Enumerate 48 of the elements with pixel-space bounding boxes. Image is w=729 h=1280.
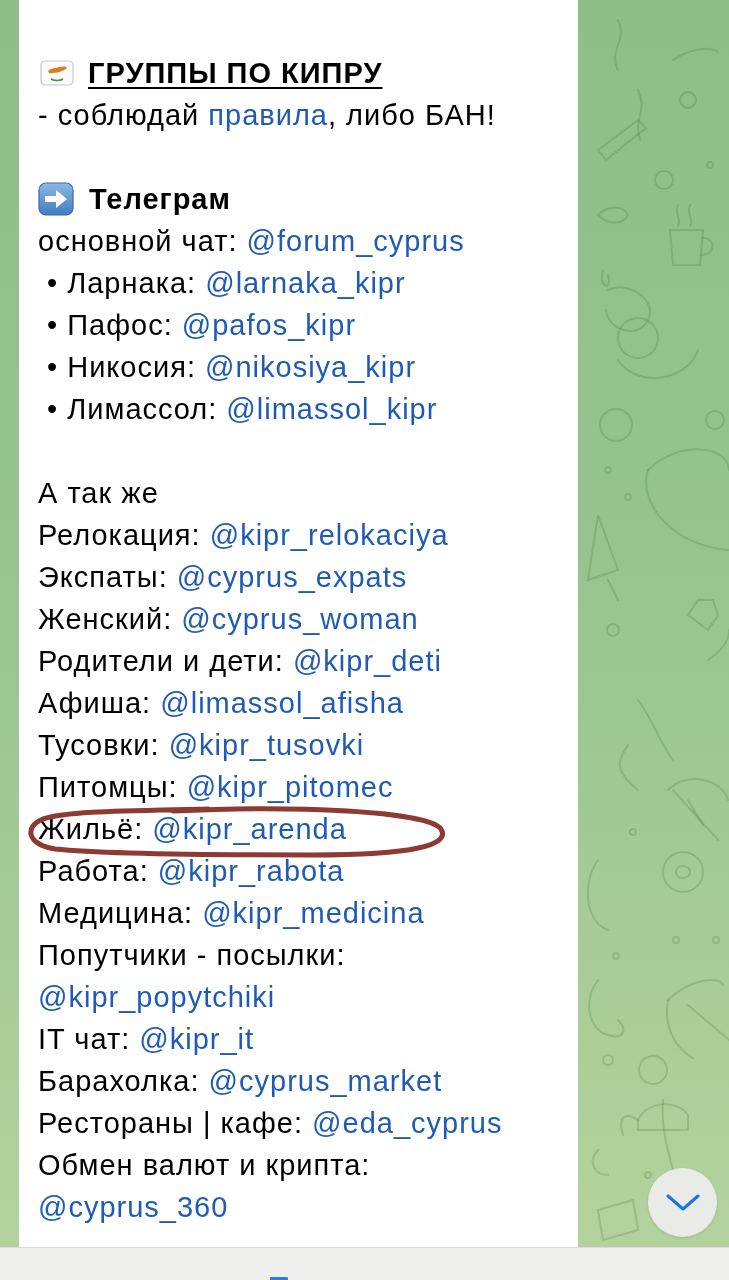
message-text: - соблюдай правила, либо БАН! xyxy=(38,99,496,131)
message-link[interactable]: @kipr_it xyxy=(139,1023,255,1055)
message-text: Барахолка: @cyprus_market xyxy=(38,1065,443,1097)
message-text: Женский: @cyprus_woman xyxy=(38,603,419,635)
message-text: Работа: @kipr_rabota xyxy=(38,855,345,887)
message-link[interactable]: @kipr_popytchiki xyxy=(38,981,276,1013)
message-link[interactable]: @cyprus_360 xyxy=(38,1191,229,1223)
message-text: Экспаты: @cyprus_expats xyxy=(38,561,408,593)
message-text: Родители и дети: @kipr_deti xyxy=(38,645,442,677)
message-link[interactable]: @limassol_kipr xyxy=(226,393,438,425)
message-link[interactable]: @eda_cyprus xyxy=(312,1107,503,1139)
message-link[interactable]: @forum_cyprus xyxy=(246,225,465,257)
message-text: IT чат: @kipr_it xyxy=(38,1023,255,1055)
message-link[interactable]: @kipr_arenda xyxy=(152,813,347,845)
message-link[interactable]: @kipr_rabota xyxy=(157,855,345,887)
message-text: Жильё: @kipr_arenda xyxy=(38,813,347,845)
message-link[interactable]: @kipr_medicina xyxy=(202,897,425,929)
section-heading: Телеграм xyxy=(89,182,231,217)
message-link[interactable]: @larnaka_kipr xyxy=(205,267,406,299)
message-link[interactable]: @cyprus_woman xyxy=(181,603,419,635)
chevron-down-icon xyxy=(665,1193,700,1212)
message-text: Афиша: @limassol_afisha xyxy=(38,687,404,719)
message-text: • Никосия: @nikosiya_kipr xyxy=(47,351,417,383)
message-text: Попутчики - посылки: @kipr_popytchiki xyxy=(38,939,346,1013)
message-link[interactable]: @kipr_deti xyxy=(292,645,442,677)
message-text: основной чат: @forum_cyprus xyxy=(38,225,465,257)
message-link[interactable]: @pafos_kipr xyxy=(181,309,357,341)
flag-icon xyxy=(40,60,74,86)
message-text: • Ларнака: @larnaka_kipr xyxy=(47,267,406,299)
message-link[interactable]: @cyprus_market xyxy=(208,1065,443,1097)
scroll-down-button[interactable] xyxy=(648,1168,717,1237)
message-link[interactable]: @kipr_relokaciya xyxy=(209,519,449,551)
message-text: • Пафос: @pafos_kipr xyxy=(47,309,357,341)
message-text: А так же xyxy=(38,477,159,509)
message-text: Рестораны | кафе: @eda_cyprus xyxy=(38,1107,503,1139)
message-text: Питомцы: @kipr_pitomec xyxy=(38,771,394,803)
message-link[interactable]: @kipr_pitomec xyxy=(186,771,394,803)
message-link[interactable]: @cyprus_expats xyxy=(176,561,408,593)
message-text: • Лимассол: @limassol_kipr xyxy=(47,393,438,425)
message-text: Обмен валют и крипта: @cyprus_360 xyxy=(38,1149,371,1223)
message-text: Тусовки: @kipr_tusovki xyxy=(38,729,365,761)
message-link[interactable]: правила xyxy=(208,99,328,131)
message-link[interactable]: @limassol_afisha xyxy=(160,687,404,719)
message-link[interactable]: @kipr_tusovki xyxy=(168,729,365,761)
message-link[interactable]: @nikosiya_kipr xyxy=(205,351,417,383)
message-text: Медицина: @kipr_medicina xyxy=(38,897,425,929)
group-title: ГРУППЫ ПО КИПРУ xyxy=(88,56,383,91)
message-text: Релокация: @kipr_relokaciya xyxy=(38,519,449,551)
